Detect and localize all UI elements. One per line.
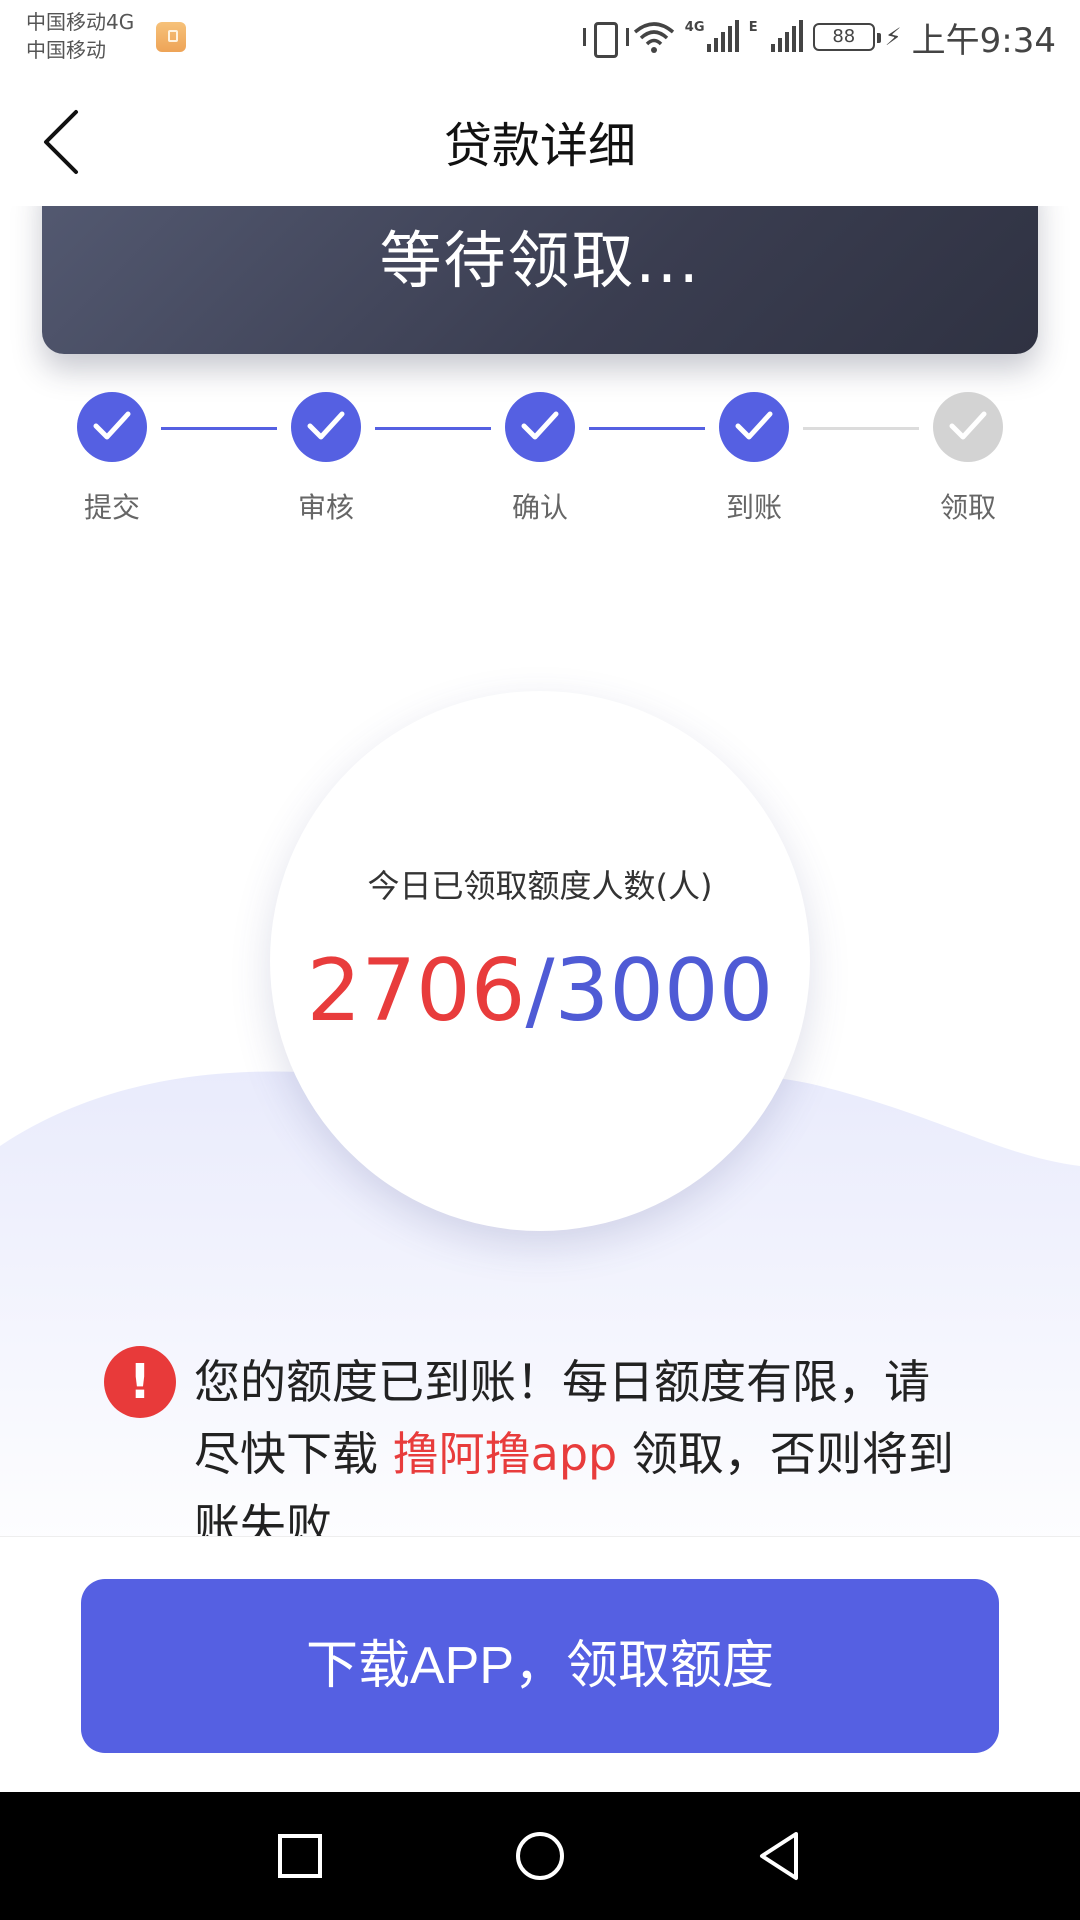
check-icon bbox=[505, 392, 575, 462]
check-icon bbox=[77, 392, 147, 462]
claimed-count: 2706 bbox=[306, 941, 526, 1041]
status-bar: 中国移动4G 中国移动 4G E 88 ⚡ 上午9:34 bbox=[0, 0, 1080, 76]
claimed-counter: 今日已领取额度人数(人) 2706/3000 bbox=[270, 691, 810, 1231]
counter-label: 今日已领取额度人数(人) bbox=[367, 867, 713, 905]
counter-value: 2706/3000 bbox=[270, 941, 810, 1041]
step-label: 确认 bbox=[511, 491, 568, 524]
step-label: 领取 bbox=[939, 491, 996, 524]
clock: 上午9:34 bbox=[911, 20, 1056, 61]
carrier-info: 中国移动4G 中国移动 bbox=[26, 8, 134, 64]
signal-1-label: 4G bbox=[684, 20, 705, 35]
step-arrived: 到账 bbox=[694, 392, 814, 526]
action-area: 下载APP，领取额度 bbox=[0, 1536, 1080, 1792]
check-icon bbox=[719, 392, 789, 462]
total-count: 3000 bbox=[554, 941, 774, 1041]
nav-bar: 贷款详细 bbox=[0, 76, 1080, 206]
recent-apps-icon[interactable] bbox=[272, 1828, 328, 1884]
carrier-line-1: 中国移动4G bbox=[26, 10, 135, 34]
system-nav-bar bbox=[0, 1792, 1080, 1920]
status-banner: 等待领取... bbox=[42, 206, 1038, 354]
step-label: 到账 bbox=[725, 491, 782, 524]
cell-signal-icon-2: E bbox=[749, 20, 803, 54]
cell-signal-icon-1: 4G bbox=[685, 20, 739, 54]
vibrate-icon bbox=[582, 20, 629, 58]
app-name-link[interactable]: 撸阿撸app bbox=[393, 1427, 618, 1481]
carrier-line-2: 中国移动 bbox=[26, 38, 106, 62]
signal-2-label: E bbox=[748, 20, 758, 35]
download-app-button[interactable]: 下载APP，领取额度 bbox=[81, 1579, 999, 1753]
notification-app-icon bbox=[156, 22, 186, 52]
step-connector bbox=[803, 427, 919, 430]
content-area[interactable]: 等待领取... 提交 审核 确认 到账 领取 今日已领取额度人数(人) 2706… bbox=[0, 206, 1080, 1536]
charging-icon: ⚡ bbox=[884, 23, 902, 51]
page-title: 贷款详细 bbox=[443, 118, 636, 174]
step-connector bbox=[589, 427, 705, 430]
step-submit: 提交 bbox=[52, 392, 172, 526]
battery-icon: 88 bbox=[812, 23, 881, 51]
check-icon bbox=[291, 392, 361, 462]
step-connector bbox=[375, 427, 491, 430]
progress-steps: 提交 审核 确认 到账 领取 bbox=[0, 392, 1080, 532]
back-icon[interactable] bbox=[752, 1828, 808, 1884]
step-claim: 领取 bbox=[908, 392, 1028, 526]
wifi-icon bbox=[633, 22, 674, 53]
step-label: 提交 bbox=[83, 491, 140, 524]
step-confirm: 确认 bbox=[480, 392, 600, 526]
home-icon[interactable] bbox=[512, 1828, 568, 1884]
notice-text: 您的额度已到账！每日额度有限，请尽快下载 撸阿撸app 领取，否则将到账失败 bbox=[194, 1346, 974, 1536]
counter-separator: / bbox=[525, 941, 555, 1041]
step-label: 审核 bbox=[297, 491, 354, 524]
alert-icon: ! bbox=[104, 1346, 176, 1418]
step-connector bbox=[161, 427, 277, 430]
status-icons: 4G E 88 ⚡ 上午9:34 bbox=[582, 12, 1056, 62]
check-icon bbox=[933, 392, 1003, 462]
banner-status-text: 等待领取... bbox=[379, 224, 701, 297]
step-review: 审核 bbox=[266, 392, 386, 526]
